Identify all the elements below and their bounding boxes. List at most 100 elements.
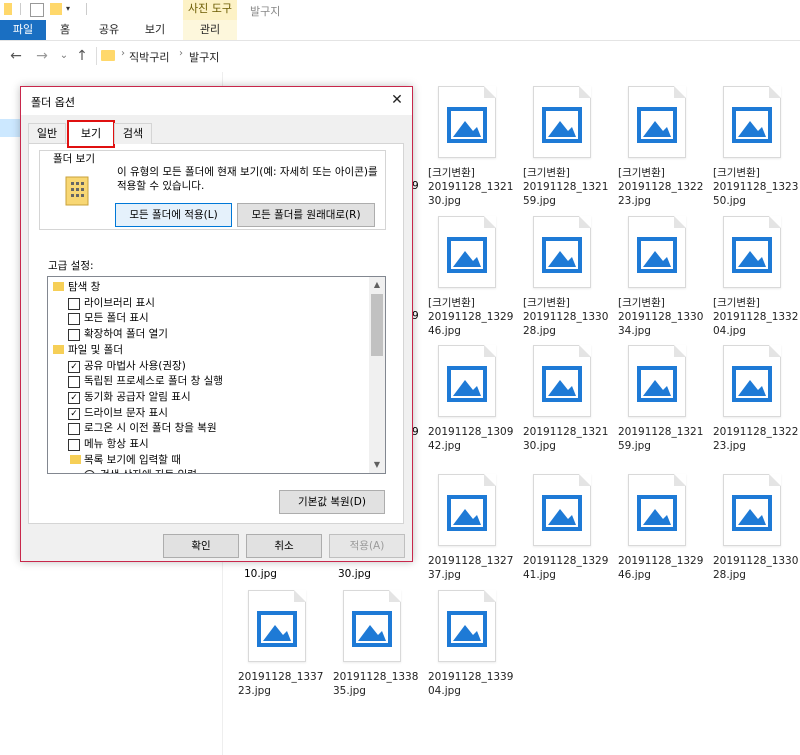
tab-share[interactable]: 공유 <box>92 20 126 40</box>
folder-icon <box>53 344 64 354</box>
image-file-icon <box>248 590 306 662</box>
tab-view[interactable]: 보기 <box>138 20 172 40</box>
file-name-fragment: 10.jpg <box>244 568 277 580</box>
image-file-icon <box>723 86 781 158</box>
file-name: 20191128_1329 46.jpg <box>618 555 704 581</box>
image-file-icon <box>723 474 781 546</box>
customize-toolbar-icon[interactable]: ▾ <box>66 3 78 15</box>
file-name: [크기변환] 20191128_1330 34.jpg <box>618 297 704 337</box>
folder-icon <box>53 282 64 291</box>
checkbox[interactable]: ✓ <box>68 360 80 373</box>
setting-label: 탐색 창 <box>68 281 101 293</box>
dialog-title: 폴더 옵션 <box>31 96 75 109</box>
breadcrumb[interactable]: › 직박구리 › 발구지 <box>96 47 800 65</box>
file-name: [크기변환] 20191128_1323 50.jpg <box>713 167 799 207</box>
advanced-settings-label: 고급 설정: <box>48 260 94 272</box>
file-name-fragment: 30.jpg <box>338 568 371 580</box>
window-title: 발구지 <box>250 5 281 18</box>
cancel-button[interactable]: 취소 <box>246 534 322 558</box>
checkbox[interactable] <box>68 297 80 310</box>
setting-label: 메뉴 항상 표시 <box>84 438 149 450</box>
image-file-icon <box>438 590 496 662</box>
checkbox[interactable] <box>68 376 80 389</box>
image-file-icon <box>628 474 686 546</box>
tab-file[interactable]: 파일 <box>0 20 46 40</box>
folder-view-label: 폴더 보기 <box>51 151 97 166</box>
setting-label: 검색 상자에 자동 입력 <box>100 467 197 473</box>
file-name: 20191128_1321 30.jpg <box>523 426 609 452</box>
checkbox[interactable]: ✓ <box>68 407 80 420</box>
quick-access-toolbar: ▾ <box>0 0 800 20</box>
checkbox[interactable]: ✓ <box>68 391 80 404</box>
file-name: 20191128_1330 28.jpg <box>713 555 799 581</box>
scroll-up-arrow-icon[interactable]: ▲ <box>369 277 385 293</box>
image-file-icon <box>628 345 686 417</box>
image-file-icon <box>628 86 686 158</box>
image-file-icon <box>343 590 401 662</box>
picture-tools-header: 사진 도구 <box>183 0 237 20</box>
file-name: [크기변환] 20191128_1321 30.jpg <box>428 167 514 207</box>
image-file-icon <box>438 216 496 288</box>
folder-icon[interactable] <box>4 3 12 15</box>
tab-view[interactable]: 보기 <box>67 120 115 148</box>
setting-label: 파일 및 폴더 <box>68 343 123 356</box>
scroll-down-arrow-icon[interactable]: ▼ <box>369 457 385 473</box>
checkbox[interactable] <box>68 313 80 326</box>
setting-label: 확장하여 폴더 열기 <box>84 328 168 341</box>
image-file-icon <box>533 216 591 288</box>
file-name-fragment: 9 <box>412 426 419 438</box>
new-folder-icon[interactable] <box>50 3 62 15</box>
file-name: [크기변환] 20191128_1322 23.jpg <box>618 167 704 207</box>
breadcrumb-item[interactable]: 발구지 <box>189 49 219 65</box>
forward-button[interactable]: → <box>34 48 50 64</box>
vertical-scrollbar[interactable]: ▲ ▼ <box>369 277 385 473</box>
recent-locations-button[interactable]: ⌄ <box>56 48 72 64</box>
setting-label: 동기화 공급자 알림 표시 <box>84 390 191 403</box>
file-name: 20191128_1322 23.jpg <box>713 426 799 452</box>
image-file-icon <box>723 345 781 417</box>
ribbon-tabs: 파일 홈 공유 보기 관리 <box>0 20 800 41</box>
breadcrumb-separator: › <box>121 48 125 59</box>
apply-button[interactable]: 적용(A) <box>329 534 405 558</box>
folder-view-description: 이 유형의 모든 폴더에 현재 보기(예: 자세히 또는 아이콘)를 적용할 수… <box>117 166 378 192</box>
ok-button[interactable]: 확인 <box>163 534 239 558</box>
file-name: 20191128_1327 37.jpg <box>428 555 514 581</box>
tab-home[interactable]: 홈 <box>50 20 80 40</box>
file-name: [크기변환] 20191128_1332 04.jpg <box>713 297 799 337</box>
file-name: 20191128_1337 23.jpg <box>238 671 324 697</box>
image-file-icon <box>438 474 496 546</box>
setting-label: 공유 마법사 사용(권장) <box>84 359 186 372</box>
checkbox[interactable] <box>68 423 80 436</box>
image-file-icon <box>533 86 591 158</box>
file-name: [크기변환] 20191128_1329 46.jpg <box>428 297 514 337</box>
checkbox[interactable] <box>68 329 80 342</box>
breadcrumb-item[interactable]: 직박구리 <box>129 49 169 65</box>
image-file-icon <box>533 345 591 417</box>
close-button[interactable]: ✕ <box>388 91 406 109</box>
advanced-settings-list[interactable]: 탐색 창라이브러리 표시모든 폴더 표시확장하여 폴더 열기파일 및 폴더 ✓ 공유… <box>47 276 386 474</box>
tab-general[interactable]: 일반 <box>28 123 66 144</box>
restore-defaults-button[interactable]: 기본값 복원(D) <box>279 490 385 514</box>
toolbar-divider <box>86 3 87 15</box>
setting-label: 라이브러리 표시 <box>84 296 155 309</box>
back-button[interactable]: ← <box>8 48 24 64</box>
file-name: 20191128_1338 35.jpg <box>333 671 419 697</box>
reset-folders-button[interactable]: 모든 폴더를 원래대로(R) <box>237 203 375 227</box>
radio-button[interactable] <box>84 470 95 473</box>
file-name-fragment: 9 <box>412 180 419 192</box>
apply-to-folders-button[interactable]: 모든 폴더에 적용(L) <box>115 203 232 227</box>
checkbox[interactable] <box>68 439 80 451</box>
setting-label: 모든 폴더 표시 <box>84 312 149 325</box>
navigation-selected-item[interactable] <box>0 119 20 137</box>
folder-view-icon <box>65 175 89 207</box>
file-name: [크기변환] 20191128_1330 28.jpg <box>523 297 609 337</box>
setting-label: 로그온 시 이전 폴더 창을 복원 <box>84 422 217 435</box>
folder-icon <box>101 50 115 61</box>
up-button[interactable]: ↑ <box>74 48 90 64</box>
properties-icon[interactable] <box>30 3 44 17</box>
scrollbar-thumb[interactable] <box>371 294 383 356</box>
tab-search[interactable]: 검색 <box>114 123 152 144</box>
file-name: 20191128_1329 41.jpg <box>523 555 609 581</box>
dialog-titlebar[interactable]: 폴더 옵션 ✕ <box>21 87 412 115</box>
tab-manage[interactable]: 관리 <box>183 20 237 40</box>
